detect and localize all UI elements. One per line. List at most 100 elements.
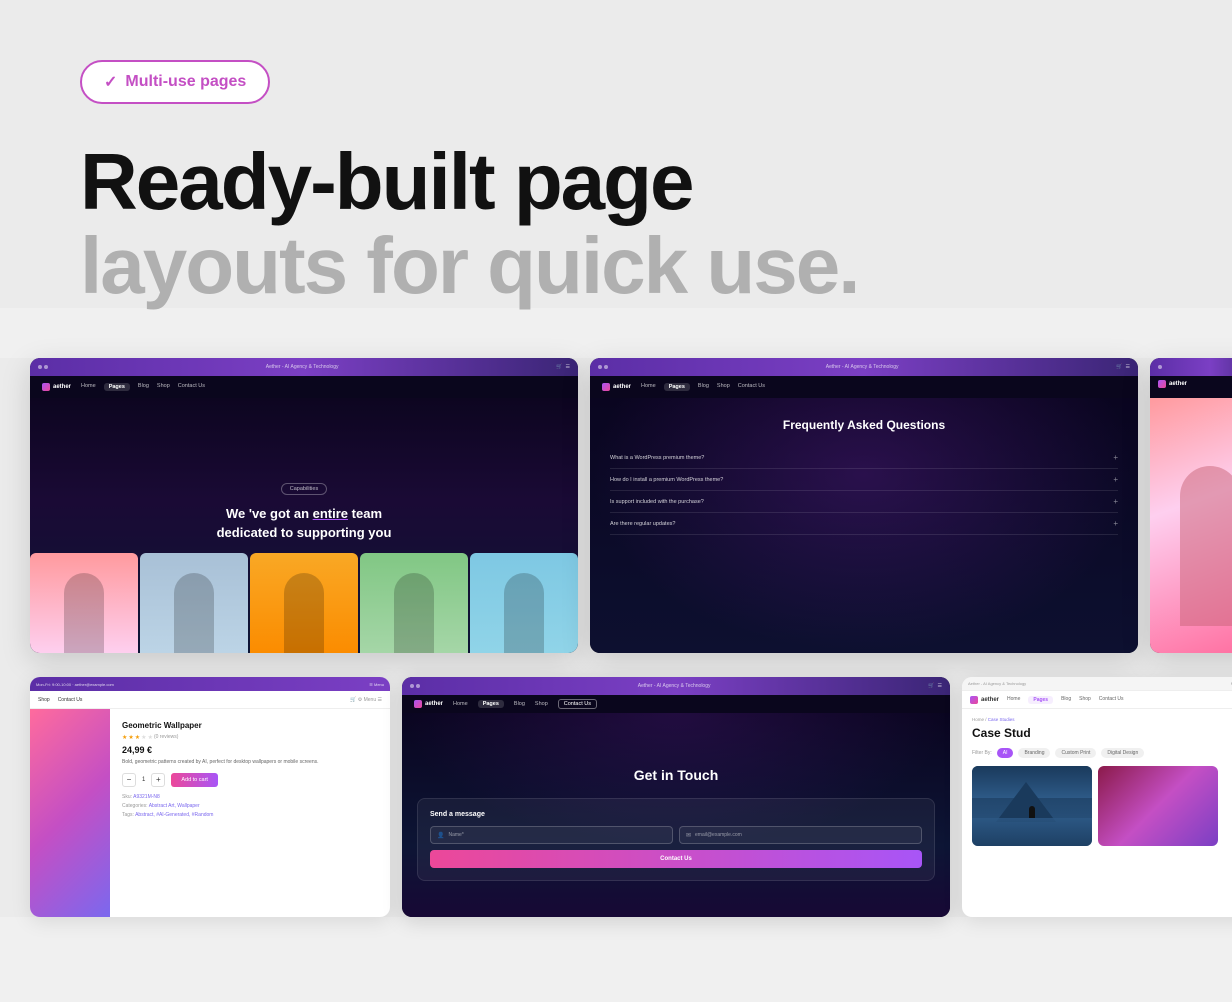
faq-nav-blog[interactable]: Blog	[698, 383, 709, 391]
bottom-row: Mon-Fri: 9:00-10:00 · aether@example.com…	[0, 665, 1232, 917]
dot-3	[598, 365, 602, 369]
contact-submit-button[interactable]: Contact Us	[430, 850, 922, 868]
faq-item-2[interactable]: How do I install a premium WordPress the…	[610, 469, 1118, 491]
team-content: Capabilities We 've got an entire teamde…	[30, 398, 578, 653]
product-page-card[interactable]: Mon-Fri: 9:00-10:00 · aether@example.com…	[30, 677, 390, 917]
case-breadcrumb: Home / Case Studies	[972, 717, 1232, 722]
faq-page-card[interactable]: Aether - AI Agency & Technology 🛒 ☰ aeth…	[590, 358, 1138, 653]
silhouette-2	[174, 573, 214, 653]
email-field[interactable]: ✉ email@example.com	[679, 826, 922, 844]
contact-form-title: Send a message	[430, 811, 922, 818]
browser-icons-1: 🛒 ☰	[556, 364, 570, 370]
nav-links-1: Home Pages Blog Shop Contact Us	[81, 383, 566, 391]
filter-custom-print[interactable]: Custom Print	[1055, 748, 1096, 758]
team-photos	[30, 553, 578, 653]
contact-nav-shop[interactable]: Shop	[535, 701, 548, 707]
filter-digital-design[interactable]: Digital Design	[1101, 748, 1144, 758]
qty-minus[interactable]: −	[122, 773, 136, 787]
contact-page-card[interactable]: Aether - AI Agency & Technology 🛒 ☰ aeth…	[402, 677, 950, 917]
browser-dots-3	[1158, 365, 1162, 369]
faq-nav-contact[interactable]: Contact Us	[738, 383, 765, 391]
browser-icons-4: 🛒 ☰	[928, 683, 942, 689]
faq-nav-pages[interactable]: Pages	[664, 383, 690, 391]
contact-nav-contact[interactable]: Contact Us	[558, 699, 597, 709]
qty-display: 1	[142, 777, 145, 783]
faq-item-1[interactable]: What is a WordPress premium theme? +	[610, 447, 1118, 469]
faq-item-3[interactable]: Is support included with the purchase? +	[610, 491, 1118, 513]
browser-dots-2	[598, 365, 608, 369]
product-tags: Tags: Abstract, #AI-Generated, #Random	[122, 811, 378, 820]
team-photo-1	[30, 553, 138, 653]
name-field[interactable]: 👤 Name*	[430, 826, 673, 844]
faq-plus-2: +	[1113, 475, 1118, 484]
team-page-card[interactable]: Aether - AI Agency & Technology 🛒 ☰ aeth…	[30, 358, 578, 653]
nav-pages[interactable]: Pages	[104, 383, 130, 391]
faq-plus-3: +	[1113, 497, 1118, 506]
silhouette-5	[504, 573, 544, 653]
case-nav-home[interactable]: Home	[1007, 696, 1020, 704]
partial-content	[1150, 398, 1232, 653]
product-nav-shop[interactable]: Shop	[38, 697, 50, 703]
partial-person-shape	[1180, 466, 1232, 626]
hero-subtitle: layouts for quick use.	[80, 224, 1152, 308]
product-navbar: Shop Contact Us 🛒 ⚙ Menu ☰	[30, 691, 390, 709]
nav-logo-2: aether	[602, 383, 631, 391]
case-nav-blog[interactable]: Blog	[1061, 696, 1071, 704]
browser-bar-1: Aether - AI Agency & Technology 🛒 ☰	[30, 358, 578, 376]
faq-nav-shop[interactable]: Shop	[717, 383, 730, 391]
product-price: 24,99 €	[122, 745, 378, 755]
case-studies-card[interactable]: Aether - AI Agency & Technology Mon-Fri:…	[962, 677, 1232, 917]
case-image-2-bg	[1098, 766, 1218, 846]
case-bar-info: Aether - AI Agency & Technology	[968, 681, 1026, 686]
faq-item-4[interactable]: Are there regular updates? +	[610, 513, 1118, 535]
nav-logo-text: aether	[53, 384, 71, 390]
contact-nav-home[interactable]: Home	[453, 701, 468, 707]
email-placeholder: email@example.com	[695, 832, 742, 838]
case-nav-shop[interactable]: Shop	[1079, 696, 1091, 704]
product-stars: ★ ★ ★ ★ ★ (0 reviews)	[122, 734, 378, 741]
star-2: ★	[128, 734, 133, 741]
card-2-navbar: aether Home Pages Blog Shop Contact Us	[590, 376, 1138, 398]
contact-content: Get in Touch Send a message 👤 Name* ✉ em…	[402, 713, 950, 917]
browser-dots	[38, 365, 48, 369]
nav-home[interactable]: Home	[81, 383, 96, 391]
nav-contact[interactable]: Contact Us	[178, 383, 205, 391]
faq-list: What is a WordPress premium theme? + How…	[610, 447, 1118, 535]
faq-question-4: Are there regular updates?	[610, 521, 675, 527]
browser-bar-4: Aether - AI Agency & Technology 🛒 ☰	[402, 677, 950, 695]
name-placeholder: Name*	[448, 832, 463, 838]
partial-nav: aether	[1150, 376, 1232, 398]
star-3: ★	[135, 734, 140, 741]
faq-nav-home[interactable]: Home	[641, 383, 656, 391]
product-top-bar: Mon-Fri: 9:00-10:00 · aether@example.com…	[30, 677, 390, 691]
nav-shop[interactable]: Shop	[157, 383, 170, 391]
product-sku: Sku: A9321M-N8	[122, 793, 378, 802]
person-3	[250, 553, 358, 653]
contact-logo-icon	[414, 700, 422, 708]
contact-nav-blog[interactable]: Blog	[514, 701, 525, 707]
card-1-navbar: aether Home Pages Blog Shop Contact Us	[30, 376, 578, 398]
filter-branding[interactable]: Branding	[1018, 748, 1050, 758]
qty-plus[interactable]: +	[151, 773, 165, 787]
mountain-scene	[972, 766, 1092, 846]
product-quantity[interactable]: − 1 + Add to cart	[122, 773, 378, 787]
case-image-1	[972, 766, 1092, 846]
nav-logo-1: aether	[42, 383, 71, 391]
nav-blog[interactable]: Blog	[138, 383, 149, 391]
product-nav-contact[interactable]: Contact Us	[58, 697, 83, 703]
cart-count: 🛒 ⚙ Menu ☰	[350, 697, 382, 703]
menu-icon-2: ☰	[1126, 364, 1130, 370]
case-nav-contact[interactable]: Contact Us	[1099, 696, 1124, 704]
contact-navbar: aether Home Pages Blog Shop Contact Us	[402, 695, 950, 713]
mountain-peak	[996, 782, 1056, 822]
filter-ai[interactable]: AI	[997, 748, 1014, 758]
case-navbar: aether Home Pages Blog Shop Contact Us	[962, 691, 1232, 709]
case-nav-pages[interactable]: Pages	[1028, 696, 1053, 704]
filter-label: Filter By:	[972, 750, 992, 756]
person-5	[470, 553, 578, 653]
cart-icon: 🛒	[556, 364, 562, 370]
contact-nav-pages[interactable]: Pages	[478, 700, 504, 708]
team-photo-3	[250, 553, 358, 653]
add-to-cart-button[interactable]: Add to cart	[171, 773, 218, 787]
breadcrumb-current: Case Studies	[988, 717, 1015, 722]
